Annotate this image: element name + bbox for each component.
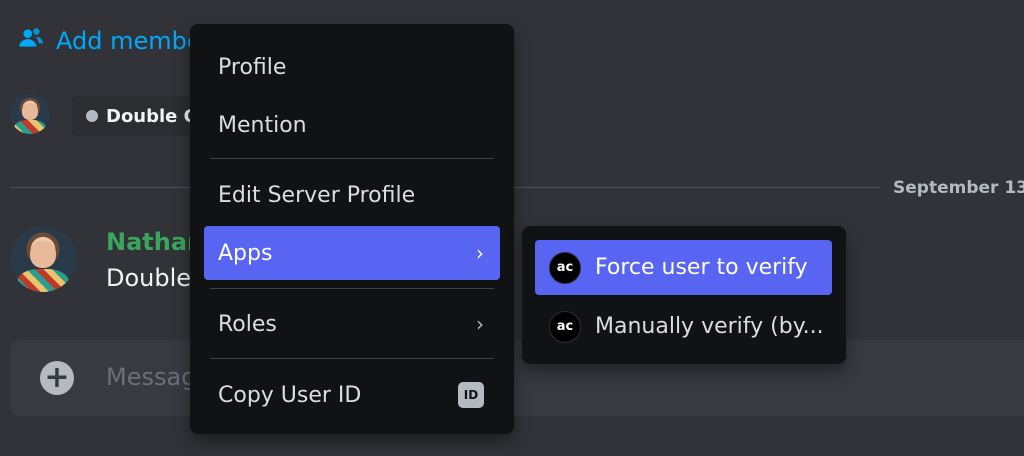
submenu-item-force-verify[interactable]: ac Force user to verify (535, 240, 832, 295)
menu-item-label: Copy User ID (218, 382, 362, 408)
submenu-item-label: Manually verify (by... (595, 314, 824, 339)
user-context-menu: Profile Mention Edit Server Profile Apps… (190, 24, 514, 434)
submenu-item-label: Force user to verify (595, 255, 808, 280)
user-avatar-small[interactable] (10, 94, 50, 134)
app-logo-icon: ac (549, 251, 581, 284)
menu-item-label: Edit Server Profile (218, 182, 416, 208)
apps-submenu: ac Force user to verify ac Manually veri… (522, 226, 846, 364)
menu-item-label: Roles (218, 311, 277, 337)
menu-item-profile[interactable]: Profile (204, 40, 500, 94)
menu-item-apps[interactable]: Apps › (204, 226, 500, 280)
status-chip-label: Double Counter (106, 105, 194, 127)
add-attachment-button[interactable]: + (40, 361, 74, 395)
person-add-icon (18, 25, 44, 57)
id-badge-icon: ID (458, 382, 484, 408)
menu-separator (210, 358, 494, 359)
date-divider-label: September 13, (893, 178, 1024, 198)
menu-item-label: Apps (218, 240, 273, 266)
menu-item-edit-server-profile[interactable]: Edit Server Profile (204, 168, 500, 222)
message-avatar[interactable] (10, 226, 76, 292)
menu-item-label: Mention (218, 112, 307, 138)
menu-separator (210, 158, 494, 159)
app-logo-icon: ac (549, 310, 581, 343)
menu-separator (210, 288, 494, 289)
status-dot-icon (86, 110, 98, 122)
chevron-right-icon: › (476, 312, 484, 336)
plus-icon: + (44, 360, 70, 395)
chevron-right-icon: › (476, 241, 484, 265)
menu-item-roles[interactable]: Roles › (204, 297, 500, 351)
menu-item-copy-user-id[interactable]: Copy User ID ID (204, 368, 500, 422)
menu-item-mention[interactable]: Mention (204, 98, 500, 152)
submenu-item-manual-verify[interactable]: ac Manually verify (by... (535, 299, 832, 354)
menu-item-label: Profile (218, 54, 287, 80)
status-chip[interactable]: Double Counter (72, 96, 194, 136)
